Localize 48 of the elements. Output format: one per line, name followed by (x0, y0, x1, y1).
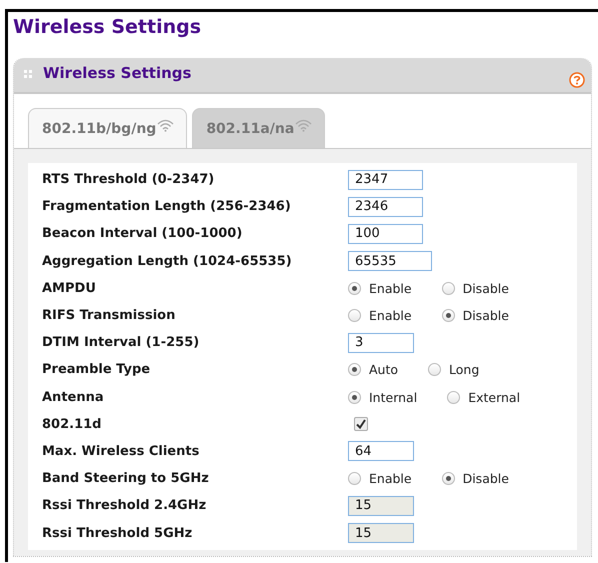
input-field[interactable]: 2346 (348, 196, 423, 217)
radio-label: Disable (462, 471, 509, 486)
radio-label: Long (449, 362, 480, 378)
radio-label: Enable (369, 308, 412, 324)
field-label: Band Steering to 5GHz (42, 471, 210, 486)
radio-button[interactable] (442, 282, 455, 295)
radio-button[interactable] (442, 472, 455, 486)
radio-button[interactable] (447, 390, 460, 404)
wifi-icon (157, 118, 174, 132)
input-field[interactable]: 2347 (348, 170, 423, 190)
field-label: Beacon Interval (100-1000) (42, 226, 244, 242)
radio-label: Disable (462, 280, 509, 296)
field-label: Rssi Threshold 5GHz (42, 526, 194, 541)
input-field[interactable]: 64 (348, 441, 414, 462)
field-label: Preamble Type (42, 362, 152, 378)
radio-label: Internal (369, 390, 418, 405)
radio-label: Enable (369, 280, 412, 296)
field-label: DTIM Interval (1-255) (42, 335, 200, 350)
checkbox[interactable] (354, 417, 368, 432)
drag-handle-icon[interactable] (24, 70, 32, 78)
radio-label: Disable (462, 308, 509, 324)
field-label: RTS Threshold (0-2347) (42, 172, 216, 188)
input-field[interactable]: 65535 (348, 251, 432, 272)
radio-label: Enable (369, 471, 412, 486)
panel-title: Wireless Settings (43, 64, 192, 82)
radio-button[interactable] (348, 390, 361, 404)
field-label: Max. Wireless Clients (42, 444, 200, 459)
radio-label: External (468, 390, 520, 405)
field-label: Antenna (42, 390, 105, 405)
tab[interactable]: 802.11b/bg/ng (28, 108, 188, 148)
radio-button[interactable] (348, 309, 361, 322)
field-label: Rssi Threshold 2.4GHz (42, 498, 208, 514)
radio-button[interactable] (348, 363, 361, 376)
wifi-icon (295, 118, 312, 132)
field-label: RIFS Transmission (42, 308, 176, 324)
field-label: 802.11d (42, 416, 102, 432)
field-label: AMPDU (42, 280, 97, 296)
field-label: Fragmentation Length (256-2346) (42, 199, 292, 214)
input-field[interactable]: 100 (348, 224, 423, 244)
radio-button[interactable] (442, 309, 455, 322)
input-field[interactable]: 3 (348, 332, 414, 353)
page-title: Wireless Settings (12, 15, 202, 40)
help-icon[interactable] (569, 72, 585, 88)
radio-button[interactable] (348, 472, 361, 486)
radio-button[interactable] (428, 363, 442, 376)
field-label: Aggregation Length (1024-65535) (42, 254, 293, 269)
radio-button[interactable] (348, 282, 361, 295)
radio-label: Auto (369, 362, 398, 378)
